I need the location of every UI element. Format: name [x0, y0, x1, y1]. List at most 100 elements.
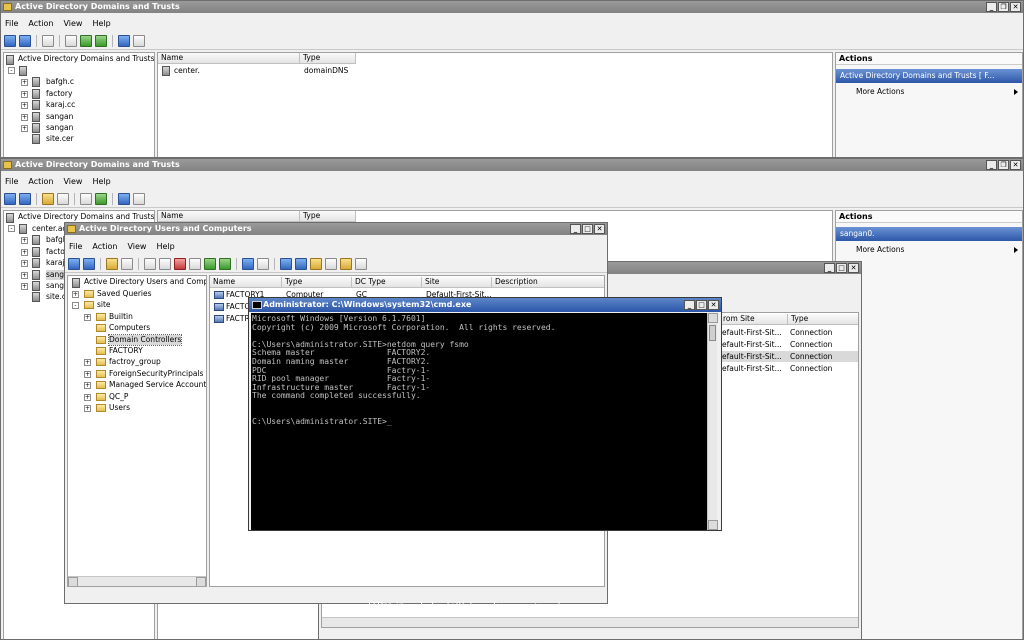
copy-icon[interactable] — [159, 257, 171, 270]
menu-action[interactable]: Action — [92, 242, 117, 251]
up-level-icon[interactable] — [106, 257, 118, 270]
console-tree-icon[interactable] — [57, 192, 69, 205]
aduc-tree-item[interactable]: FACTORY — [109, 346, 143, 356]
back-icon[interactable] — [4, 34, 16, 47]
actions-selected-item[interactable]: Active Directory Domains and Trusts [ F.… — [836, 69, 1022, 83]
menu-view[interactable]: View — [63, 177, 82, 186]
tree-expand-icon[interactable]: + — [21, 237, 28, 244]
tree-collapse-icon[interactable]: - — [8, 225, 15, 232]
connection-type[interactable]: Connection — [790, 328, 832, 338]
properties-icon[interactable] — [65, 34, 77, 47]
forward-icon[interactable] — [19, 192, 31, 205]
close-button[interactable]: ✕ — [1010, 2, 1021, 12]
show-hide-action-pane-icon[interactable] — [133, 192, 145, 205]
menu-view[interactable]: View — [63, 19, 82, 28]
maximize-button[interactable]: □ — [836, 263, 847, 273]
column-header-description[interactable]: Description — [492, 277, 604, 288]
connection-type[interactable]: Connection — [790, 352, 832, 362]
window-2-titlebar[interactable]: Active Directory Domains and Trusts _ ❐ … — [1, 159, 1023, 171]
restore-button[interactable]: ❐ — [998, 160, 1009, 170]
maximize-button[interactable]: □ — [696, 300, 707, 310]
export-icon[interactable] — [95, 192, 107, 205]
tree-expand-icon[interactable]: + — [21, 272, 28, 279]
close-button[interactable]: ✕ — [708, 300, 719, 310]
menu-file[interactable]: File — [5, 19, 18, 28]
tree-expand-icon[interactable]: + — [21, 125, 28, 132]
menu-file[interactable]: File — [69, 242, 82, 251]
tree-expand-icon[interactable]: + — [84, 393, 91, 401]
aduc-titlebar[interactable]: Active Directory Users and Computers _ □… — [65, 223, 607, 235]
cut-icon[interactable] — [144, 257, 156, 270]
dc-row-name[interactable]: FACTO — [226, 302, 250, 312]
minimize-button[interactable]: _ — [684, 300, 695, 310]
menu-action[interactable]: Action — [28, 177, 53, 186]
tree-item[interactable]: karaj.cc — [46, 100, 75, 110]
minimize-button[interactable]: _ — [824, 263, 835, 273]
menu-view[interactable]: View — [127, 242, 146, 251]
aduc-tree-item[interactable]: Managed Service Accounts — [109, 380, 206, 390]
tree-item[interactable]: sangan — [46, 112, 73, 122]
close-button[interactable]: ✕ — [848, 263, 859, 273]
menu-help[interactable]: Help — [92, 177, 110, 186]
refresh-icon[interactable] — [204, 257, 216, 270]
tree-item[interactable]: bafgh.c — [46, 77, 74, 87]
minimize-button[interactable]: _ — [986, 160, 997, 170]
tree-expand-icon[interactable]: + — [21, 283, 28, 290]
help-icon[interactable] — [118, 34, 130, 47]
tree-expand-icon[interactable]: + — [84, 313, 91, 321]
find-icon[interactable] — [355, 257, 367, 270]
column-header-from-site[interactable]: rom Site — [720, 314, 788, 325]
help-icon[interactable] — [118, 192, 130, 205]
scroll-left-button[interactable] — [68, 577, 78, 586]
restore-button[interactable]: ❐ — [998, 2, 1009, 12]
aduc-tree-item[interactable]: Users — [109, 403, 130, 413]
more-actions-link[interactable]: More Actions — [856, 245, 904, 255]
aduc-tree-item[interactable]: Saved Queries — [97, 289, 152, 299]
cmd-titlebar[interactable]: Administrator: C:\Windows\system32\cmd.e… — [249, 298, 721, 312]
column-header-type[interactable]: Type — [788, 314, 858, 325]
up-level-icon[interactable] — [42, 192, 54, 205]
dc-row-name[interactable]: FACTR — [226, 314, 250, 324]
refresh-icon[interactable] — [80, 34, 92, 47]
export-icon[interactable] — [95, 34, 107, 47]
minimize-button[interactable]: _ — [570, 224, 581, 234]
column-header-type[interactable]: Type — [300, 211, 356, 222]
tree-collapse-icon[interactable]: - — [72, 302, 79, 310]
tree-expand-icon[interactable]: + — [21, 79, 28, 86]
forward-icon[interactable] — [19, 34, 31, 47]
column-header-name[interactable]: Name — [158, 53, 300, 64]
menu-file[interactable]: File — [5, 177, 18, 186]
tree-item[interactable]: site.cer — [46, 134, 74, 144]
close-button[interactable]: ✕ — [1010, 160, 1021, 170]
tree-collapse-icon[interactable]: - — [8, 67, 15, 74]
close-button[interactable]: ✕ — [594, 224, 605, 234]
window-1-titlebar[interactable]: Active Directory Domains and Trusts _ ❐ … — [1, 1, 1023, 13]
tree-expand-icon[interactable]: + — [21, 91, 28, 98]
menu-help[interactable]: Help — [156, 242, 174, 251]
aduc-tree-item[interactable]: ForeignSecurityPrincipals — [109, 369, 203, 379]
tree-item[interactable]: sang — [46, 281, 64, 291]
more-actions-link[interactable]: More Actions — [856, 87, 904, 97]
menu-help[interactable]: Help — [92, 19, 110, 28]
add-to-group-icon[interactable] — [340, 257, 352, 270]
column-header-dc-type[interactable]: DC Type — [352, 277, 422, 288]
help-icon[interactable] — [242, 257, 254, 270]
aduc-tree-item[interactable]: Domain Controllers — [107, 333, 183, 346]
aduc-tree-item[interactable]: site — [97, 300, 111, 310]
filter-icon[interactable] — [325, 257, 337, 270]
connection-type[interactable]: Connection — [790, 340, 832, 350]
column-header-type[interactable]: Type — [282, 277, 352, 288]
properties-icon[interactable] — [80, 192, 92, 205]
tree-expand-icon[interactable]: + — [21, 249, 28, 256]
tree-expand-icon[interactable]: + — [21, 102, 28, 109]
column-header-site[interactable]: Site — [422, 277, 492, 288]
column-header-type[interactable]: Type — [300, 53, 356, 64]
aduc-tree-root[interactable]: Active Directory Users and Comput — [84, 277, 206, 287]
tree-horizontal-scrollbar[interactable] — [68, 576, 206, 586]
tree-root-label[interactable]: Active Directory Domains and Trusts [ F — [18, 212, 154, 222]
new-user-icon[interactable] — [280, 257, 292, 270]
column-header-name[interactable]: Name — [158, 211, 300, 222]
tree-item[interactable]: sangan — [46, 123, 73, 133]
tree-item[interactable]: factory — [46, 89, 72, 99]
back-icon[interactable] — [4, 192, 16, 205]
